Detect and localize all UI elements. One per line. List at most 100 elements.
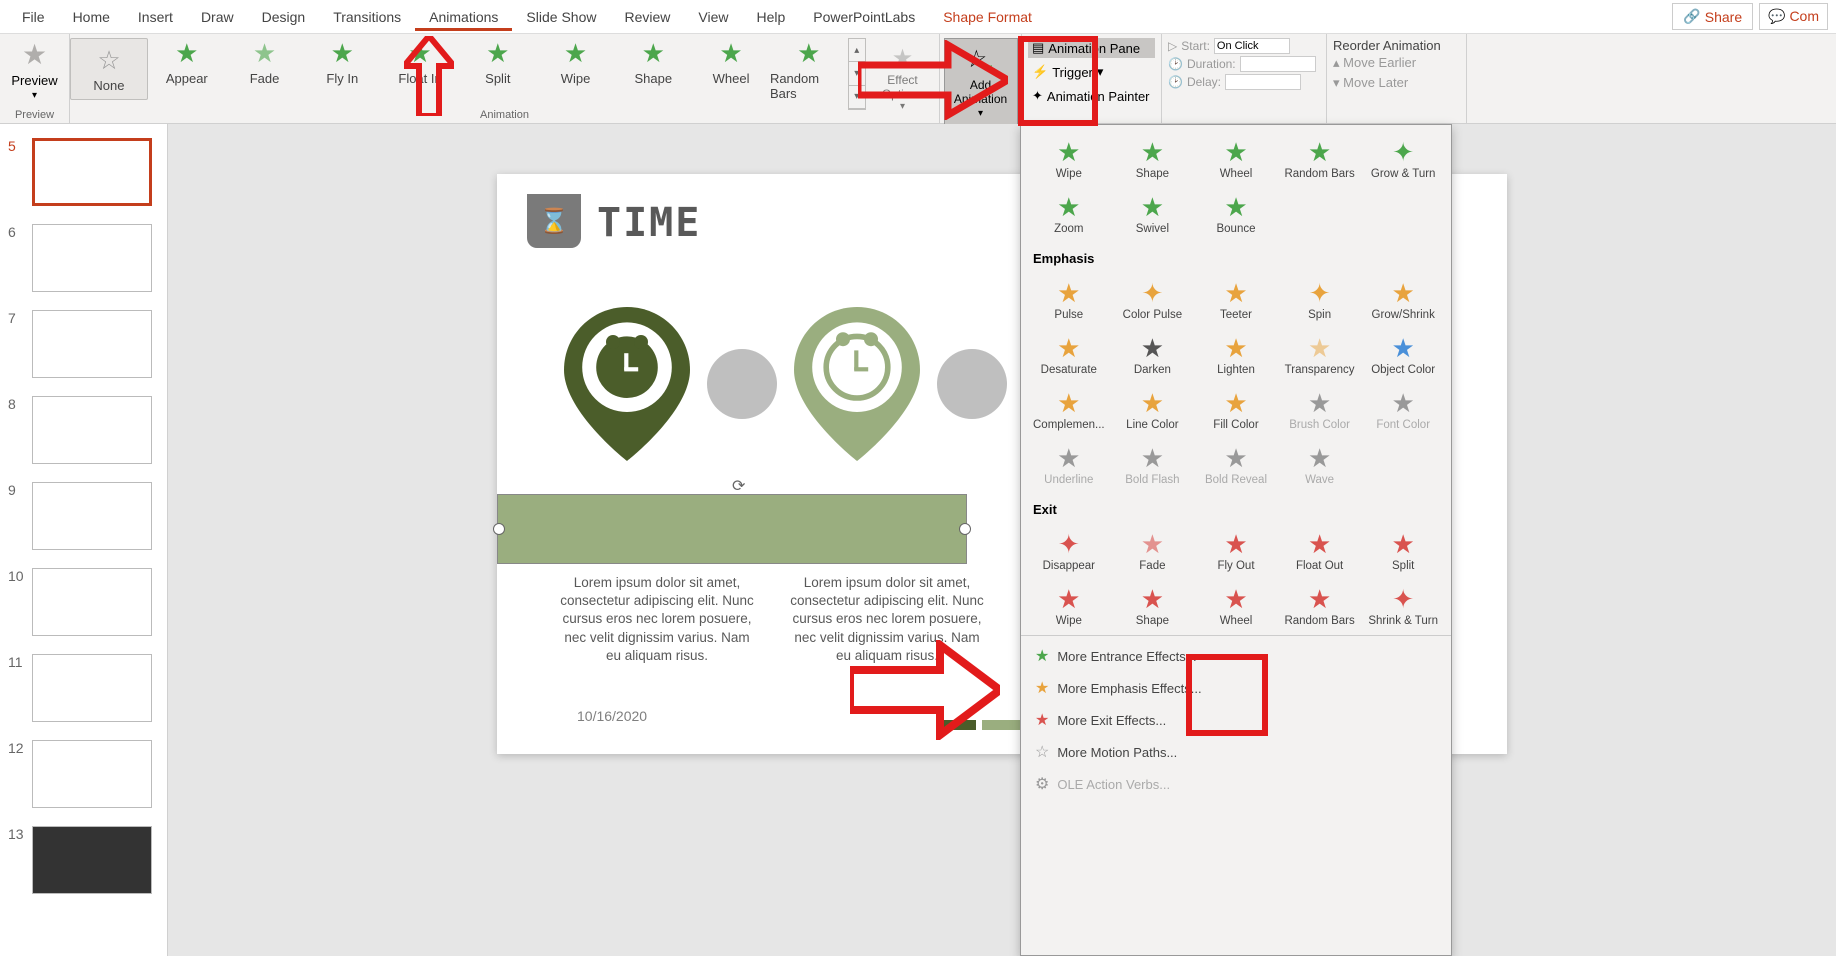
menu-insert[interactable]: Insert: [124, 3, 187, 31]
add-animation-dropdown[interactable]: ★Wipe ★Shape ★Wheel ★Random Bars ✦Grow &…: [1020, 124, 1452, 956]
menu-home[interactable]: Home: [59, 3, 124, 31]
dd-pulse[interactable]: ★Pulse: [1027, 274, 1111, 325]
pin-1[interactable]: [557, 299, 697, 469]
dd-shape-exit[interactable]: ★Shape: [1111, 580, 1195, 631]
delay-input[interactable]: [1225, 74, 1301, 90]
dd-teeter[interactable]: ★Teeter: [1194, 274, 1278, 325]
menu-draw[interactable]: Draw: [187, 3, 248, 31]
dd-complementary[interactable]: ★Complemen...: [1027, 384, 1111, 435]
anim-split[interactable]: ★Split: [459, 38, 537, 86]
dd-growturn[interactable]: ✦Grow & Turn: [1361, 133, 1445, 184]
more-entrance-link[interactable]: ★More Entrance Effects...: [1021, 640, 1451, 672]
comments-button[interactable]: 💬 Com: [1759, 3, 1828, 30]
dd-wipe[interactable]: ★Wipe: [1027, 133, 1111, 184]
slide-thumbnails[interactable]: 5 6 7 8 9 10 11 12 13: [0, 124, 168, 956]
dd-linecolor[interactable]: ★Line Color: [1111, 384, 1195, 435]
star-icon: ★: [1057, 333, 1080, 364]
preview-button[interactable]: Preview: [11, 73, 57, 88]
dd-shape[interactable]: ★Shape: [1111, 133, 1195, 184]
thumbnail-7[interactable]: 7: [0, 306, 167, 392]
menu-slideshow[interactable]: Slide Show: [512, 3, 610, 31]
thumb-slide: [32, 138, 152, 206]
star-icon: ★: [1308, 584, 1331, 615]
move-earlier-button[interactable]: ▴ Move Earlier: [1333, 53, 1416, 73]
more-emphasis-link[interactable]: ★More Emphasis Effects...: [1021, 672, 1451, 704]
spin-more-icon[interactable]: ▾: [849, 86, 865, 109]
star-icon: ★: [1224, 443, 1247, 474]
dd-wipe-exit[interactable]: ★Wipe: [1027, 580, 1111, 631]
spin-down-icon[interactable]: ▾: [849, 62, 865, 85]
trigger-button[interactable]: ⚡Trigger ▾: [1028, 62, 1155, 82]
anim-wipe[interactable]: ★Wipe: [537, 38, 615, 86]
thumbnail-10[interactable]: 10: [0, 564, 167, 650]
dd-growshrink[interactable]: ★Grow/Shrink: [1361, 274, 1445, 325]
anim-shape[interactable]: ★Shape: [614, 38, 692, 86]
text-col-1[interactable]: Lorem ipsum dolor sit amet, consectetur …: [557, 574, 757, 665]
dd-shrinkturn[interactable]: ✦Shrink & Turn: [1361, 580, 1445, 631]
anim-flyin[interactable]: ★Fly In: [303, 38, 381, 86]
anim-appear[interactable]: ★Appear: [148, 38, 226, 86]
dd-fillcolor[interactable]: ★Fill Color: [1194, 384, 1278, 435]
share-button[interactable]: 🔗Share: [1672, 3, 1753, 30]
dd-colorpulse[interactable]: ✦Color Pulse: [1111, 274, 1195, 325]
dd-floatout[interactable]: ★Float Out: [1278, 525, 1362, 576]
duration-input[interactable]: [1240, 56, 1316, 72]
pin-2[interactable]: [787, 299, 927, 469]
add-animation-button[interactable]: ☆+ Add Animation ▾: [944, 38, 1018, 126]
preview-group: ★ Preview ▾ Preview: [0, 34, 70, 123]
thumbnail-11[interactable]: 11: [0, 650, 167, 736]
gallery-spinner[interactable]: ▴▾▾: [848, 38, 866, 110]
dd-objectcolor[interactable]: ★Object Color: [1361, 329, 1445, 380]
dd-lighten[interactable]: ★Lighten: [1194, 329, 1278, 380]
thumbnail-5[interactable]: 5: [0, 134, 167, 220]
anim-floatin[interactable]: ★Float In: [381, 38, 459, 86]
dd-spin[interactable]: ✦Spin: [1278, 274, 1362, 325]
thumbnail-9[interactable]: 9: [0, 478, 167, 564]
dd-wheel-exit[interactable]: ★Wheel: [1194, 580, 1278, 631]
selected-bar-shape[interactable]: [497, 494, 967, 564]
dd-randombars-exit[interactable]: ★Random Bars: [1278, 580, 1362, 631]
slide-title[interactable]: TIME: [597, 200, 701, 246]
dd-swivel[interactable]: ★Swivel: [1111, 188, 1195, 239]
thumbnail-12[interactable]: 12: [0, 736, 167, 822]
thumbnail-6[interactable]: 6: [0, 220, 167, 306]
menu-shape-format[interactable]: Shape Format: [929, 3, 1046, 31]
rotation-handle-icon[interactable]: ⟳: [732, 476, 745, 496]
thumb-slide: [32, 568, 152, 636]
animation-pane-button[interactable]: ▤Animation Pane: [1028, 38, 1155, 58]
dd-wheel[interactable]: ★Wheel: [1194, 133, 1278, 184]
anim-randombars[interactable]: ★Random Bars: [770, 38, 848, 101]
menu-powerpointlabs[interactable]: PowerPointLabs: [799, 3, 929, 31]
text-col-2[interactable]: Lorem ipsum dolor sit amet, consectetur …: [787, 574, 987, 665]
menu-design[interactable]: Design: [248, 3, 320, 31]
slide-canvas[interactable]: ⌛ TIME ⟳ Lorem ipsum dolor sit amet, con…: [168, 124, 1836, 956]
start-select[interactable]: [1214, 38, 1290, 54]
anim-none[interactable]: ☆None: [70, 38, 148, 100]
dd-randombars[interactable]: ★Random Bars: [1278, 133, 1362, 184]
anim-wheel[interactable]: ★Wheel: [692, 38, 770, 86]
dd-flyout[interactable]: ★Fly Out: [1194, 525, 1278, 576]
thumbnail-13[interactable]: 13: [0, 822, 167, 908]
menu-help[interactable]: Help: [742, 3, 799, 31]
spin-up-icon[interactable]: ▴: [849, 39, 865, 62]
menu-animations[interactable]: Animations: [415, 3, 512, 31]
more-exit-link[interactable]: ★More Exit Effects...: [1021, 704, 1451, 736]
dd-bounce[interactable]: ★Bounce: [1194, 188, 1278, 239]
menu-view[interactable]: View: [684, 3, 742, 31]
dd-desaturate[interactable]: ★Desaturate: [1027, 329, 1111, 380]
dd-split-exit[interactable]: ★Split: [1361, 525, 1445, 576]
dd-zoom[interactable]: ★Zoom: [1027, 188, 1111, 239]
thumbnail-8[interactable]: 8: [0, 392, 167, 478]
animation-painter-button[interactable]: ✦Animation Painter: [1028, 86, 1155, 106]
more-motion-link[interactable]: ☆More Motion Paths...: [1021, 736, 1451, 768]
menu-review[interactable]: Review: [610, 3, 684, 31]
anim-fade[interactable]: ★Fade: [226, 38, 304, 86]
dd-fade-exit[interactable]: ★Fade: [1111, 525, 1195, 576]
dd-disappear[interactable]: ✦Disappear: [1027, 525, 1111, 576]
effect-options[interactable]: ★Effect Options▾: [866, 38, 939, 118]
dd-darken[interactable]: ★Darken: [1111, 329, 1195, 380]
dd-transparency[interactable]: ★Transparency: [1278, 329, 1362, 380]
menu-file[interactable]: File: [8, 3, 59, 31]
move-later-button[interactable]: ▾ Move Later: [1333, 73, 1408, 93]
menu-transitions[interactable]: Transitions: [319, 3, 415, 31]
